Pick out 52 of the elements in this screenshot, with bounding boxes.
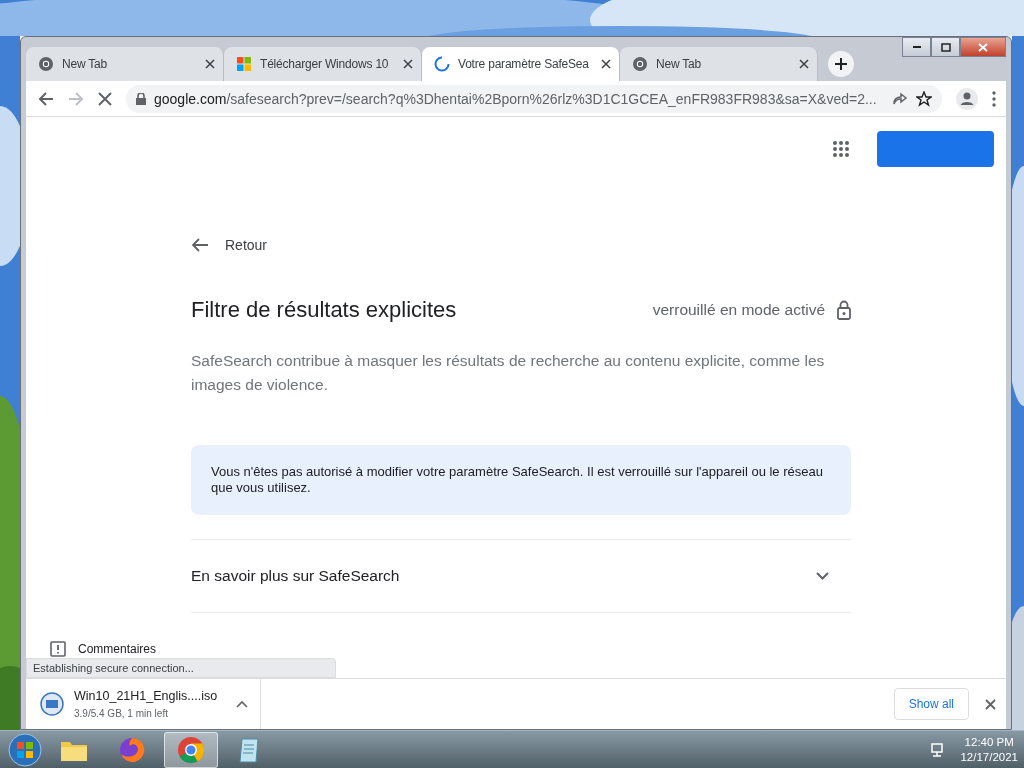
start-button[interactable] [8,733,42,767]
address-bar[interactable]: google.com/safesearch?prev=/search?q%3Dhentai%2Bporn%26rlz%3D1C1GCEA_enFR983FR983&sa=X&ved=2... [126,84,942,113]
clock-date[interactable]: 12/17/2021 [960,750,1018,765]
maximize-icon [939,41,952,53]
share-icon[interactable] [892,90,908,107]
taskbar-app[interactable] [164,732,218,768]
close-button[interactable] [960,37,1006,57]
back-link[interactable]: Retour [225,237,268,253]
plus-icon [835,58,847,70]
browser-logo-icon [175,734,207,766]
browser-tab[interactable]: New Tab [26,47,224,81]
close-icon[interactable] [601,59,611,69]
minimize-icon [912,45,921,49]
info-notice: Vous n'êtes pas autorisé à modifier votre paramètre SafeSearch. Il est verrouillé sur l'appareil ou le réseau que vous utilisez. [191,445,851,515]
feedback-icon[interactable] [50,641,66,657]
status-text: Establishing secure connection... [26,658,336,678]
back-icon[interactable] [38,90,54,107]
browser-tab[interactable]: New Tab [620,47,818,81]
stop-icon[interactable] [98,91,112,106]
disc-file-icon [40,692,64,716]
feedback-link[interactable]: Commentaires [78,642,157,656]
browser-tab[interactable]: Télécharger Windows 10 [224,47,422,81]
star-icon[interactable] [916,90,932,107]
close-icon[interactable] [403,59,413,69]
close-icon[interactable] [799,59,809,69]
browser-tab[interactable]: Votre paramètre SafeSea [422,47,620,81]
lock-status: verrouillé en mode activé [652,301,825,319]
download-filename: Win10_21H1_Englis....iso [74,689,218,703]
browser-logo-icon [632,56,648,72]
new-tab-button[interactable] [828,51,854,77]
more-icon[interactable] [992,90,996,107]
caret-icon[interactable] [236,700,248,708]
windows-logo-icon [236,56,252,72]
apps-grid-icon[interactable] [833,141,849,157]
minimize-button[interactable] [902,37,931,57]
browser-logo-icon [38,56,54,72]
maximize-button[interactable] [931,37,960,57]
expander-row[interactable]: En savoir plus sur SafeSearch [191,539,851,613]
lock-icon [837,300,851,320]
clock-time[interactable]: 12:40 PM [960,735,1018,750]
close-icon [977,41,989,53]
lock-icon [136,92,146,105]
profile-icon[interactable] [956,87,978,110]
show-all-button[interactable]: Show all [893,688,969,720]
loading-spinner-icon [434,56,450,72]
description-text: SafeSearch contribue à masquer les résultats de recherche au contenu explicite, comme les images de violence. [191,351,826,395]
close-icon[interactable] [985,698,996,710]
page-title: Filtre de résultats explicites [191,297,458,323]
close-icon[interactable] [205,59,215,69]
expander-label: En savoir plus sur SafeSearch [191,567,400,585]
back-arrow-icon[interactable] [191,237,209,253]
url-text: google.com/safesearch?prev=/search?q%3Dhentai%2Bporn%26rlz%3D1C1GCEA_enFR983FR983&sa=X&ved=2... [154,90,878,107]
